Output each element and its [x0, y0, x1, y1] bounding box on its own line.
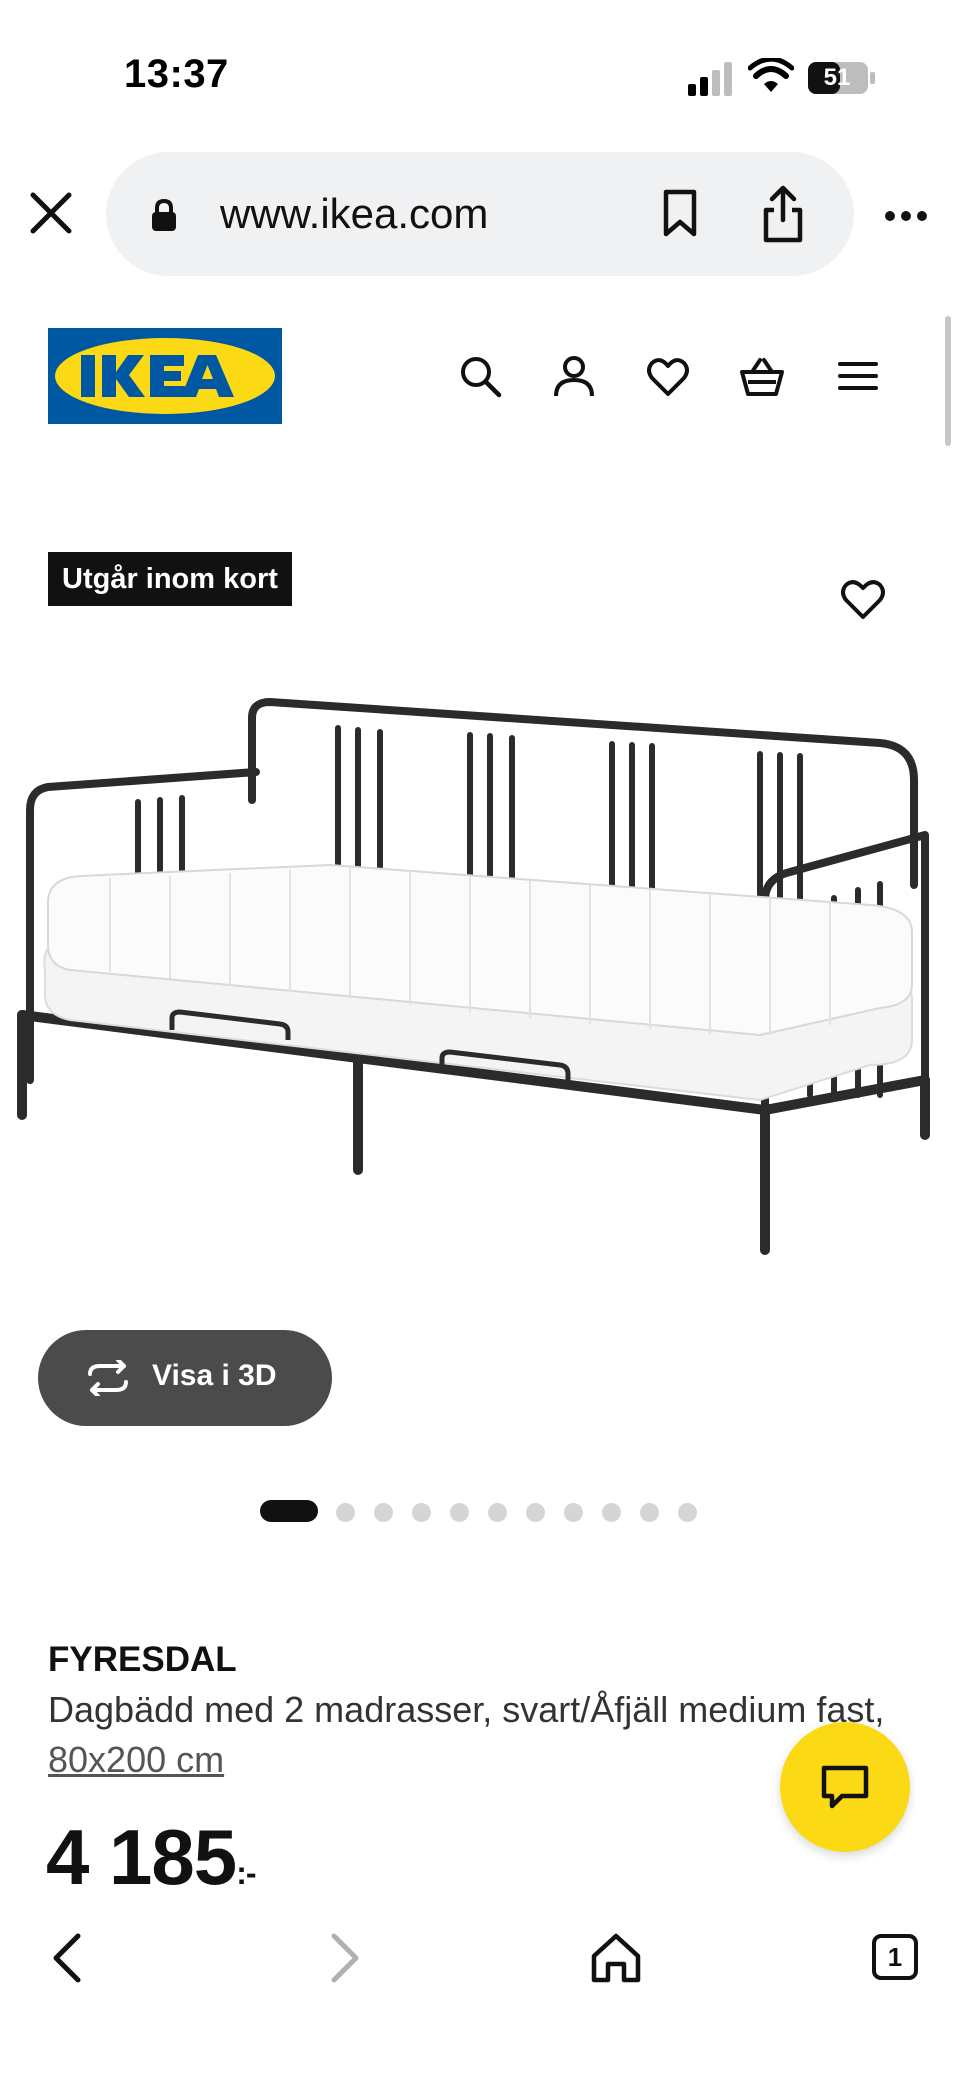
carousel-dot[interactable]: [526, 1503, 545, 1522]
browser-toolbar: [0, 1900, 960, 2087]
more-icon[interactable]: [884, 210, 928, 222]
carousel-dot[interactable]: [450, 1503, 469, 1522]
product-description-text: Dagbädd med 2 madrasser, svart/Åfjäll me…: [48, 1689, 885, 1730]
home-icon[interactable]: [588, 1930, 644, 1986]
rotate-3d-icon: [88, 1360, 128, 1396]
add-to-favourites-heart-icon[interactable]: [840, 578, 886, 620]
close-icon[interactable]: [28, 190, 74, 236]
carousel-dot[interactable]: [640, 1503, 659, 1522]
price-value: 4 185: [46, 1813, 237, 1901]
search-icon[interactable]: [458, 354, 502, 398]
chat-button[interactable]: [780, 1722, 910, 1852]
back-chevron-icon[interactable]: [40, 1930, 96, 1986]
shopping-bag-icon[interactable]: [740, 354, 784, 398]
carousel-dot-active[interactable]: [260, 1500, 318, 1522]
chat-bubble-icon: [821, 1765, 869, 1809]
battery-level: 51: [823, 64, 851, 91]
tabs-button[interactable]: 1: [872, 1934, 918, 1980]
profile-icon[interactable]: [552, 354, 596, 398]
product-image-daybed[interactable]: [0, 640, 960, 1340]
bookmark-icon[interactable]: [660, 188, 700, 238]
carousel-dot[interactable]: [412, 1503, 431, 1522]
carousel-dot[interactable]: [488, 1503, 507, 1522]
product-price: 4 185:-: [46, 1812, 257, 1903]
carousel-dot[interactable]: [602, 1503, 621, 1522]
lock-icon: [152, 198, 176, 231]
ikea-logo[interactable]: [48, 328, 282, 424]
product-name: FYRESDAL: [48, 1640, 237, 1679]
wifi-icon: [748, 58, 794, 92]
carousel-dot[interactable]: [374, 1503, 393, 1522]
status-time: 13:37: [124, 52, 229, 96]
page-scrollbar[interactable]: [945, 316, 951, 446]
menu-icon[interactable]: [836, 354, 880, 398]
product-size-link[interactable]: 80x200 cm: [48, 1739, 224, 1780]
price-suffix: :-: [236, 1855, 256, 1891]
carousel-dot[interactable]: [564, 1503, 583, 1522]
product-status-badge: Utgår inom kort: [48, 552, 292, 606]
product-description: Dagbädd med 2 madrasser, svart/Åfjäll me…: [48, 1685, 908, 1785]
forward-chevron-icon[interactable]: [316, 1930, 372, 1986]
view-in-3d-label: Visa i 3D: [152, 1359, 277, 1392]
cellular-signal-icon: [688, 62, 732, 96]
share-icon[interactable]: [760, 184, 806, 244]
url-text[interactable]: www.ikea.com: [220, 190, 488, 238]
view-in-3d-button[interactable]: Visa i 3D: [38, 1330, 332, 1426]
carousel-dot[interactable]: [678, 1503, 697, 1522]
wishlist-heart-icon[interactable]: [646, 354, 690, 398]
carousel-dot[interactable]: [336, 1503, 355, 1522]
status-bar: 13:37 51: [0, 0, 960, 150]
